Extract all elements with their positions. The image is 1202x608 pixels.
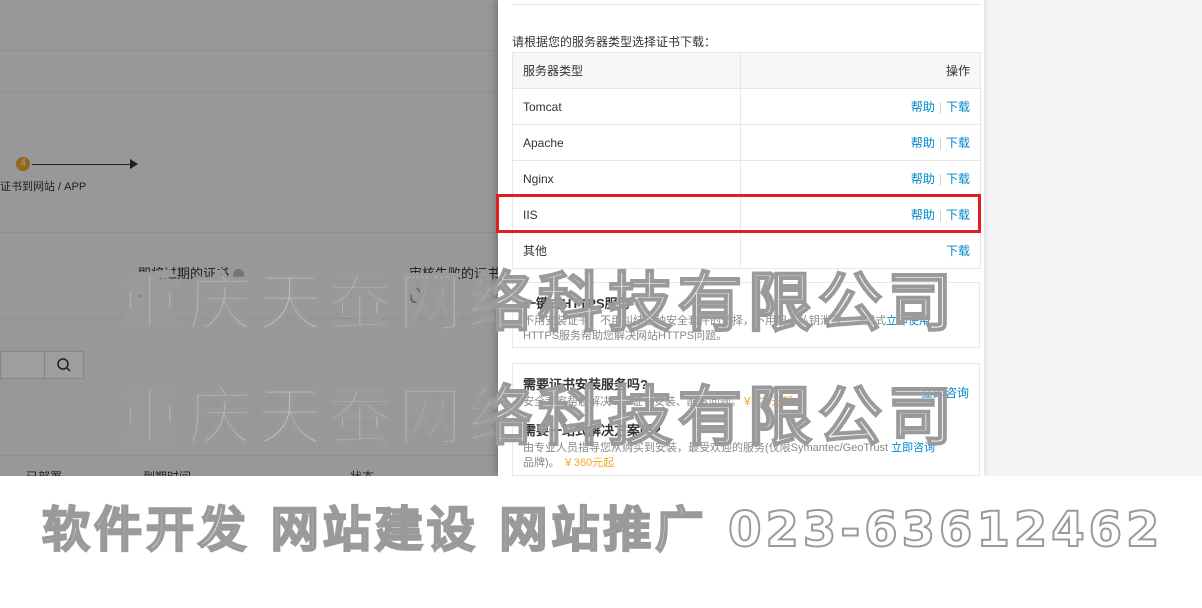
help-link[interactable]: 帮助 — [911, 136, 935, 150]
server-name: 其他 — [512, 232, 741, 269]
separator: | — [938, 100, 942, 114]
table-row: Nginx 帮助 | 下载 — [512, 160, 981, 197]
use-now-link[interactable]: 立即使用 — [886, 315, 930, 327]
card-title: 需要一站式解决方案吗? — [523, 423, 661, 438]
one-click-https-card: 一键式HTTPS服务 不用安装证书，不用纠结各种安全套件的选择，不用担心私钥泄露… — [512, 282, 980, 348]
download-link[interactable]: 下载 — [946, 136, 970, 150]
download-link[interactable]: 下载 — [946, 100, 970, 114]
separator: | — [938, 136, 942, 150]
bottom-banner — [0, 476, 1202, 608]
highlight-box-iis — [496, 194, 981, 233]
consult-now-link[interactable]: 立即咨询 — [921, 384, 969, 401]
help-link[interactable]: 帮助 — [911, 172, 935, 186]
table-row: Tomcat 帮助 | 下载 — [512, 88, 981, 125]
column-header-action: 操作 — [740, 52, 981, 89]
price: ￥120元起 — [741, 396, 794, 408]
help-link[interactable]: 帮助 — [911, 100, 935, 114]
table-row: 其他 下载 — [512, 232, 981, 269]
modal-overlay[interactable] — [0, 0, 498, 476]
card-description: 不用安装证书，不用纠结各种安全套件的选择，不用担心私钥泄露，一键式立即使用 HTT… — [523, 315, 930, 342]
download-drawer: 请根据您的服务器类型选择证书下载： 服务器类型 操作 Tomcat 帮助 | 下载 … — [498, 0, 984, 476]
server-name: Apache — [512, 124, 741, 161]
install-service-card: 需要证书安装服务吗? 安全专家帮您解决SSL证书安装、配置问题。￥120元起 立… — [512, 363, 980, 476]
server-type-table: 服务器类型 操作 Tomcat 帮助 | 下载 Apache 帮助 | 下载 Nginx… — [512, 52, 981, 269]
download-instruction: 请根据您的服务器类型选择证书下载： — [512, 35, 717, 49]
price: ￥360元起 — [562, 457, 615, 469]
card-description: 由专业人员指导您从购买到安装，最受欢迎的服务(仅限Symantec/GeoTru… — [523, 442, 936, 469]
table-header-row: 服务器类型 操作 — [512, 52, 981, 89]
card-description: 安全专家帮您解决SSL证书安装、配置问题。￥120元起 — [523, 396, 794, 408]
separator: | — [938, 172, 942, 186]
drawer-top-divider — [512, 0, 982, 5]
download-link[interactable]: 下载 — [946, 244, 970, 258]
card-title: 一键式HTTPS服务 — [523, 296, 631, 311]
consult-now-link[interactable]: 立即咨询 — [891, 442, 935, 454]
download-link[interactable]: 下载 — [946, 172, 970, 186]
server-name: Tomcat — [512, 88, 741, 125]
table-row: Apache 帮助 | 下载 — [512, 124, 981, 161]
column-header-server-type: 服务器类型 — [512, 52, 741, 89]
server-name: Nginx — [512, 160, 741, 197]
card-title: 需要证书安装服务吗? — [523, 377, 648, 392]
